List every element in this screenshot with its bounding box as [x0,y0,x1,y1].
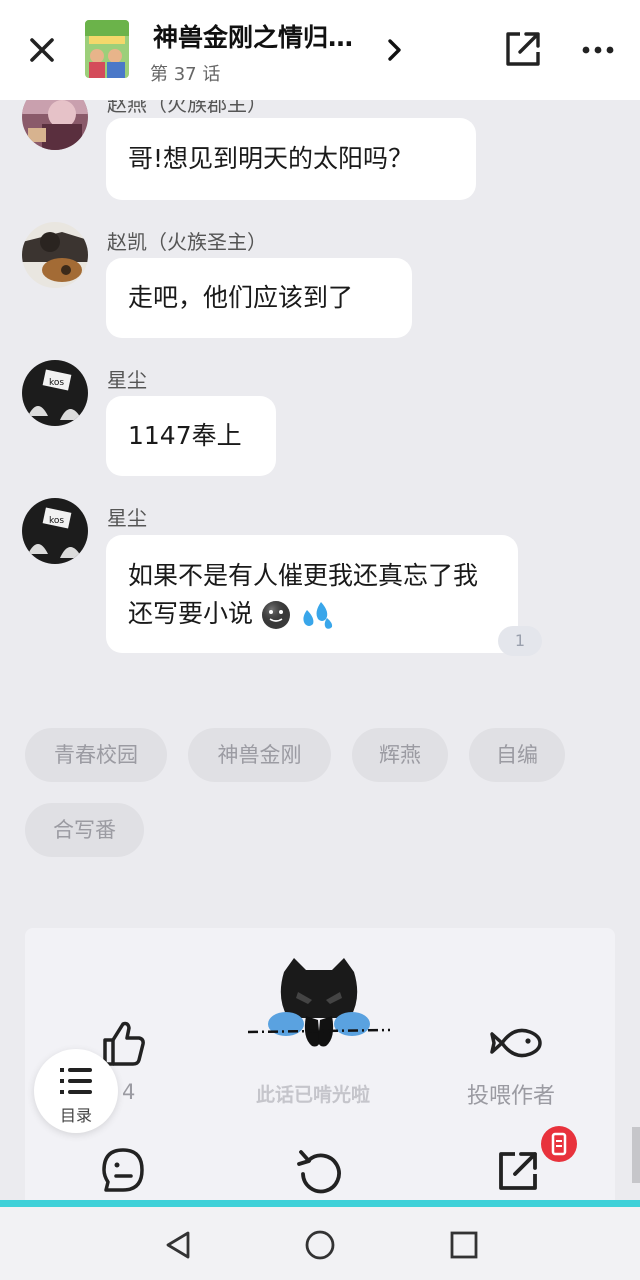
svg-text:kos: kos [49,378,64,388]
smirk-emoji-icon [261,600,291,630]
episode-number: 第 37 话 [150,64,221,85]
mascot-image [246,958,392,1054]
tag-chip[interactable]: 合写番 [25,803,144,857]
svg-text:kos: kos [49,516,64,526]
avatar[interactable]: kos [22,498,88,564]
tag-chip[interactable]: 自编 [469,728,565,782]
reply-count-badge[interactable]: 1 [498,626,542,656]
message-bubble[interactable]: 哥!想见到明天的太阳吗？ [106,118,476,200]
avatar[interactable] [22,222,88,288]
sender-name: 星尘 [107,368,147,392]
sender-name: 星尘 [107,506,147,530]
system-navigation-bar [0,1207,640,1280]
sweat-droplets-icon [299,600,333,630]
more-icon[interactable] [578,30,618,70]
back-icon[interactable] [160,1227,196,1263]
tag-chip[interactable]: 青春校园 [25,728,167,782]
share-icon[interactable] [493,1146,543,1194]
avatar[interactable]: kos [22,360,88,426]
like-count: 4 [122,1080,136,1104]
message-bubble[interactable]: 走吧，他们应该到了 [106,258,412,338]
comic-cover-thumbnail[interactable] [85,20,129,78]
feed-author-button[interactable]: 投喂作者 [467,1078,555,1110]
list-icon [60,1065,94,1097]
home-icon[interactable] [302,1227,338,1263]
chevron-right-icon[interactable] [380,36,408,64]
close-icon[interactable] [22,30,62,70]
comment-icon[interactable] [98,1146,148,1194]
tag-chip[interactable]: 神兽金刚 [188,728,331,782]
share-icon[interactable] [502,28,544,70]
sender-name: 赵凯（火族圣主） [107,230,267,254]
tag-chip[interactable]: 辉燕 [352,728,448,782]
toc-label: 目录 [59,1106,92,1125]
scrollbar[interactable] [632,1127,640,1183]
top-bar: 神兽金刚之情归… 第 37 话 [0,0,640,100]
message-bubble[interactable]: 如果不是有人催更我还真忘了我还写要小说 [106,535,518,653]
comic-title[interactable]: 神兽金刚之情归… [153,18,353,54]
episode-finished-text: 此话已啃光啦 [256,1084,371,1106]
toc-button[interactable]: 目录 [34,1049,118,1133]
fish-icon[interactable] [488,1018,544,1068]
accent-divider [0,1200,640,1207]
message-bubble[interactable]: 1147奉上 [106,396,276,476]
red-packet-badge-icon[interactable] [541,1126,577,1162]
replay-icon[interactable] [295,1146,345,1194]
recent-apps-icon[interactable] [446,1227,482,1263]
